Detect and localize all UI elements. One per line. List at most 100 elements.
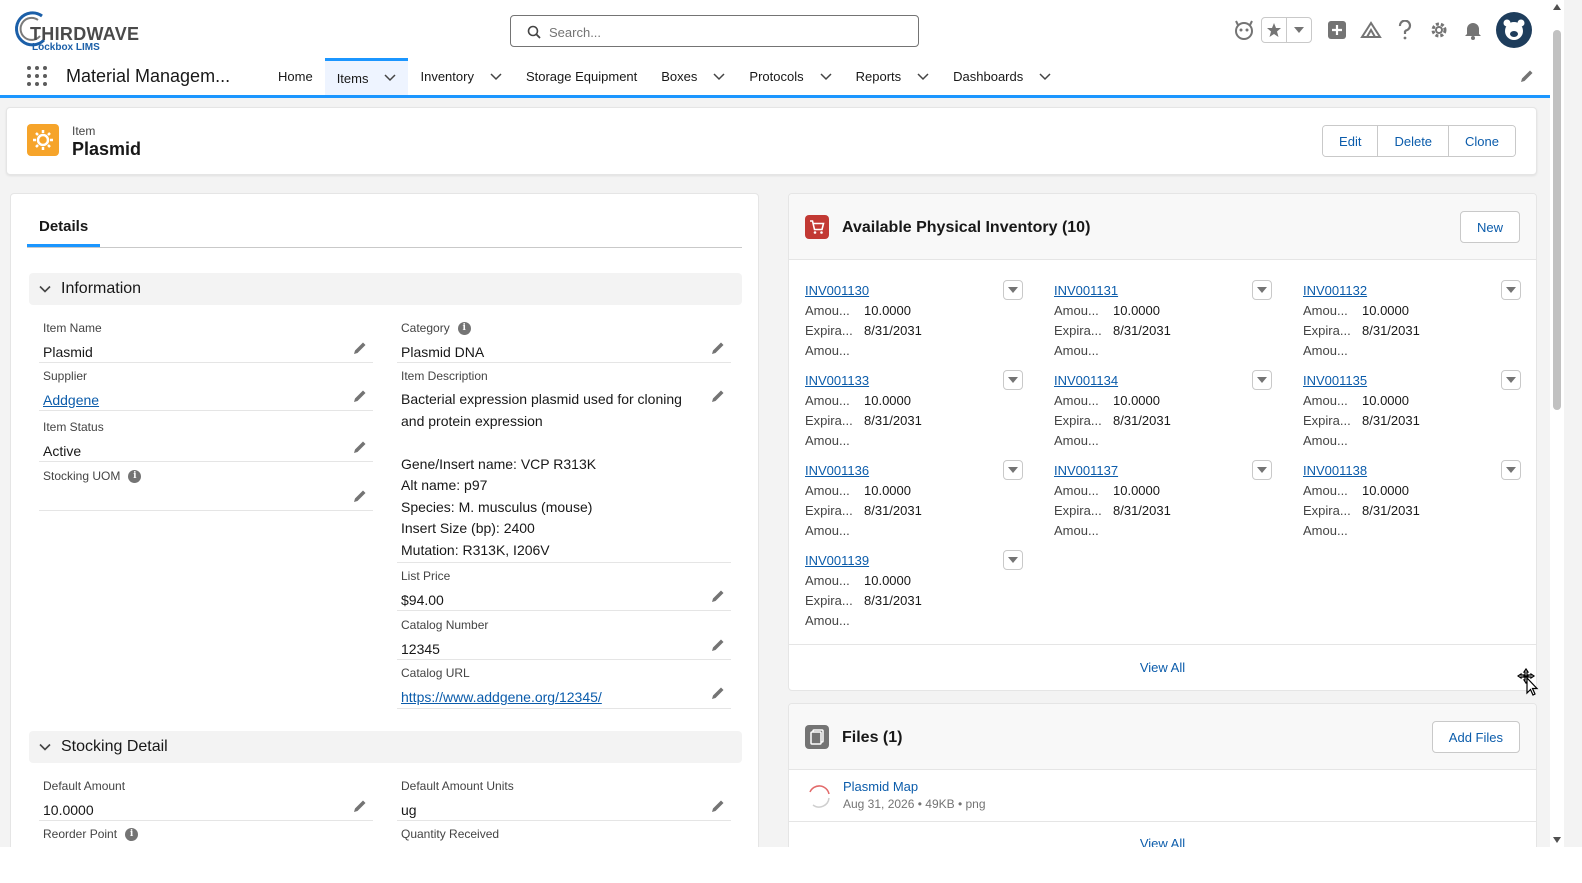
inventory-tile: INV001135 Amou... 10.0000 Expira... 8/31/203… [1303, 370, 1523, 459]
edit-pencil-icon[interactable] [711, 589, 725, 603]
inventory-related-list: Available Physical Inventory (10) New IN… [788, 193, 1537, 691]
global-search[interactable] [510, 15, 919, 47]
trailhead-icon[interactable] [1354, 13, 1388, 47]
files-card-title[interactable]: Files (1) [842, 729, 902, 747]
tile-label: Amou... [805, 573, 850, 588]
edit-pencil-icon[interactable] [711, 638, 725, 652]
info-icon[interactable]: i [125, 827, 139, 841]
nav-tab-reports[interactable]: Reports [844, 58, 942, 95]
row-actions-menu[interactable] [1501, 460, 1521, 480]
row-actions-menu[interactable] [1252, 370, 1272, 390]
inventory-record-link[interactable]: INV001135 [1303, 373, 1367, 388]
edit-nav-pencil-icon[interactable] [1520, 69, 1534, 83]
inventory-record-link[interactable]: INV001137 [1054, 463, 1118, 478]
scroll-thumb[interactable] [1553, 30, 1561, 410]
plus-icon[interactable] [1320, 13, 1354, 47]
gear-icon[interactable] [1422, 13, 1456, 47]
assistant-icon[interactable] [1227, 13, 1261, 47]
delete-button[interactable]: Delete [1378, 126, 1450, 156]
tab-details[interactable]: Details [27, 208, 101, 247]
scroll-down-arrow-icon[interactable] [1553, 837, 1561, 843]
star-icon[interactable] [1262, 18, 1286, 42]
edit-pencil-icon[interactable] [353, 341, 367, 355]
chevron-down-icon[interactable] [917, 72, 929, 81]
chevron-down-icon[interactable] [1287, 18, 1311, 42]
chevron-down-icon [1008, 467, 1018, 473]
chevron-down-icon[interactable] [1039, 72, 1051, 81]
edit-pencil-icon[interactable] [353, 389, 367, 403]
tile-label: Amou... [1303, 523, 1348, 538]
edit-pencil-icon[interactable] [353, 440, 367, 454]
tile-row-expiration: Expira... 8/31/2031 [1303, 503, 1420, 518]
inventory-card-title[interactable]: Available Physical Inventory (10) [842, 219, 1090, 237]
chevron-down-icon[interactable] [384, 74, 397, 82]
nav-tab-dashboards[interactable]: Dashboards [941, 58, 1063, 95]
info-icon[interactable]: i [128, 469, 142, 483]
nav-tab-inventory[interactable]: Inventory [408, 58, 513, 95]
edit-pencil-icon[interactable] [711, 341, 725, 355]
row-actions-menu[interactable] [1003, 550, 1023, 570]
app-launcher-icon[interactable] [27, 66, 49, 88]
field-category: Category i Plasmid DNA [397, 321, 731, 363]
nav-items: Home Items Inventory Storage Equipment Boxes… [266, 58, 1063, 95]
tile-row-expiration: Expira... 8/31/2031 [1054, 323, 1171, 338]
info-icon[interactable]: i [457, 321, 471, 335]
field-label-text: Stocking UOM [43, 469, 121, 483]
chevron-down-icon[interactable] [820, 72, 832, 81]
catalog-url-link[interactable]: https://www.addgene.org/12345/ [401, 686, 602, 708]
inventory-record-link[interactable]: INV001131 [1054, 283, 1118, 298]
edit-pencil-icon[interactable] [353, 489, 367, 503]
inventory-record-link[interactable]: INV001138 [1303, 463, 1367, 478]
inventory-view-all-link[interactable]: View All [789, 644, 1536, 690]
add-files-button[interactable]: Add Files [1431, 721, 1520, 753]
row-actions-menu[interactable] [1003, 370, 1023, 390]
row-actions-menu[interactable] [1252, 460, 1272, 480]
section-information[interactable]: Information [29, 273, 742, 305]
new-inventory-button[interactable]: New [1459, 211, 1520, 243]
nav-tab-protocols[interactable]: Protocols [737, 58, 843, 95]
row-actions-menu[interactable] [1501, 370, 1521, 390]
edit-pencil-icon[interactable] [353, 799, 367, 813]
chevron-down-icon [1506, 377, 1516, 383]
inventory-record-link[interactable]: INV001139 [805, 553, 869, 568]
supplier-link[interactable]: Addgene [43, 389, 99, 411]
nav-tab-items[interactable]: Items [324, 58, 409, 95]
edit-pencil-icon[interactable] [711, 389, 725, 403]
edit-button[interactable]: Edit [1323, 126, 1379, 156]
inventory-record-link[interactable]: INV001132 [1303, 283, 1367, 298]
tile-value: 8/31/2031 [864, 593, 922, 608]
logo[interactable]: THIRDWAVE Lockbox LIMS [12, 8, 142, 54]
inventory-record-link[interactable]: INV001134 [1054, 373, 1118, 388]
nav-tab-storage-equipment[interactable]: Storage Equipment [514, 58, 649, 95]
row-actions-menu[interactable] [1003, 280, 1023, 300]
page-scrollbar[interactable] [1550, 0, 1564, 847]
nav-tab-home[interactable]: Home [266, 58, 325, 95]
edit-pencil-icon[interactable] [711, 686, 725, 700]
tile-row-amount-2: Amou... [805, 433, 864, 448]
file-name-link[interactable]: Plasmid Map [843, 779, 918, 794]
row-actions-menu[interactable] [1501, 280, 1521, 300]
inventory-record-link[interactable]: INV001136 [805, 463, 869, 478]
inventory-record-link[interactable]: INV001130 [805, 283, 869, 298]
chevron-down-icon[interactable] [490, 72, 502, 81]
help-icon[interactable] [1388, 13, 1422, 47]
edit-pencil-icon[interactable] [711, 799, 725, 813]
chevron-down-icon[interactable] [713, 72, 725, 81]
clone-button[interactable]: Clone [1449, 126, 1515, 156]
tile-value: 8/31/2031 [864, 323, 922, 338]
user-avatar[interactable] [1496, 12, 1532, 48]
field-value: $94.00 [401, 592, 444, 608]
field-value: 10.0000 [43, 802, 94, 818]
bell-icon[interactable] [1456, 13, 1490, 47]
file-row[interactable]: Plasmid Map Aug 31, 2026 • 49KB • png [789, 770, 1536, 822]
search-input[interactable] [549, 22, 909, 42]
section-stocking-detail[interactable]: Stocking Detail [29, 731, 742, 763]
tile-label: Expira... [805, 413, 853, 428]
inventory-record-link[interactable]: INV001133 [805, 373, 869, 388]
nav-tab-boxes[interactable]: Boxes [649, 58, 737, 95]
field-label: Supplier [43, 369, 88, 383]
row-actions-menu[interactable] [1003, 460, 1023, 480]
scroll-up-arrow-icon[interactable] [1553, 4, 1561, 10]
row-actions-menu[interactable] [1252, 280, 1272, 300]
tile-row-expiration: Expira... 8/31/2031 [805, 323, 922, 338]
